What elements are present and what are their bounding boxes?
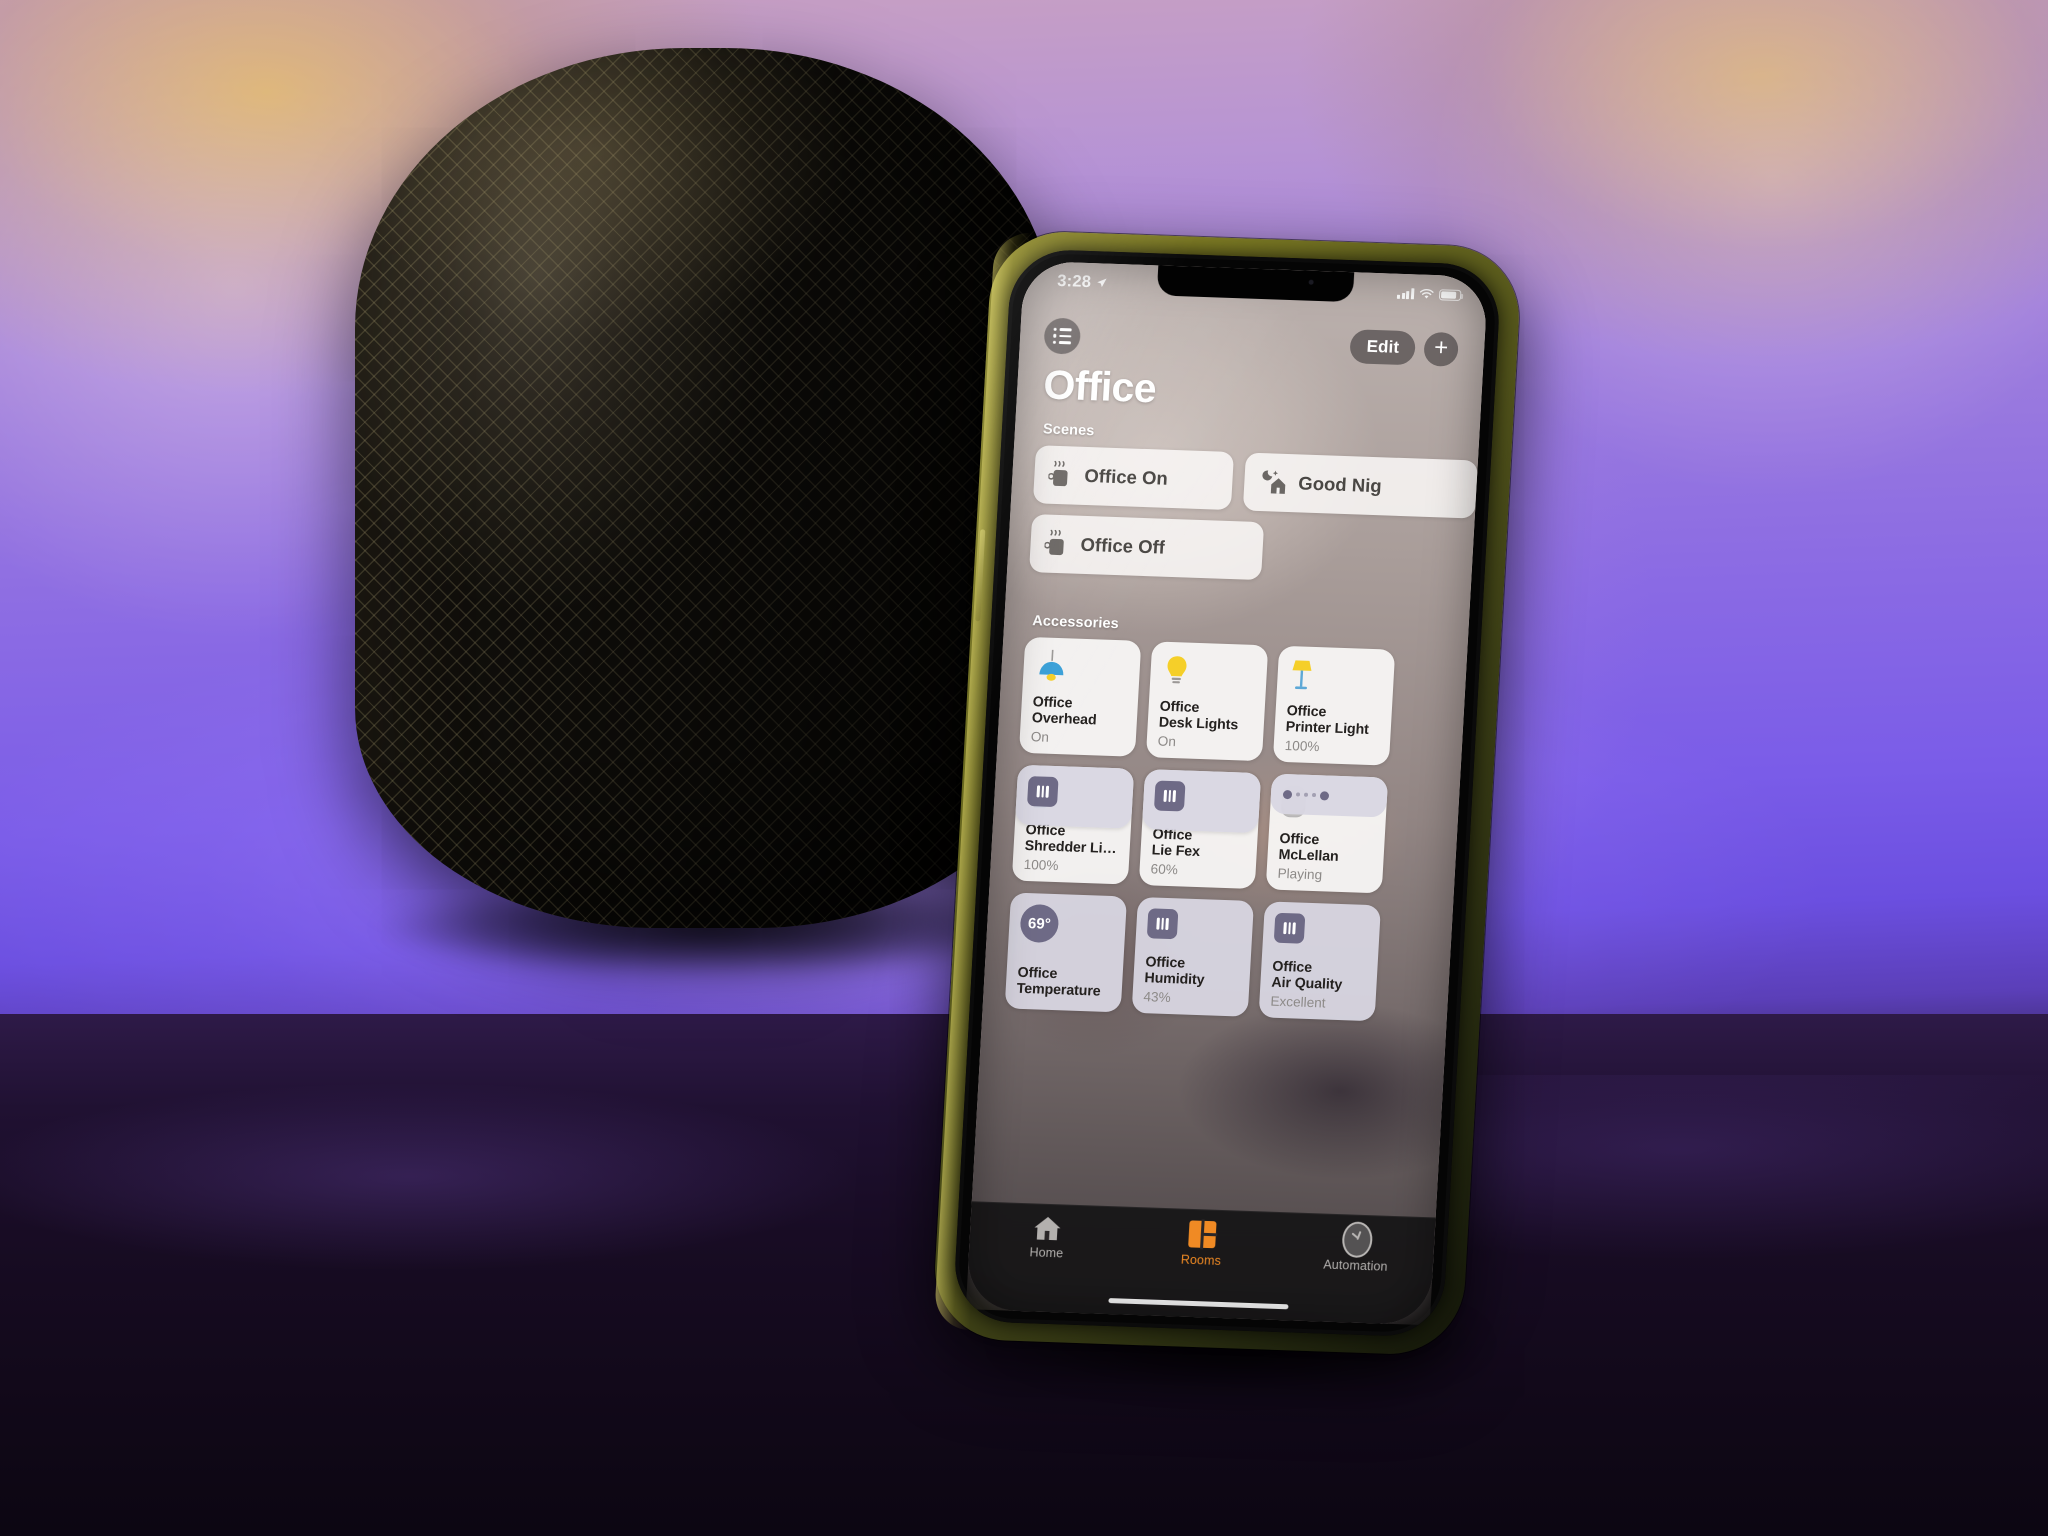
tab-bar: Home Rooms Automation	[965, 1201, 1436, 1326]
accessory-name: Office Desk Lights	[1158, 699, 1255, 735]
homepod-highlight	[355, 48, 1055, 928]
accessory-name-line2: Air Quality	[1271, 974, 1343, 994]
floor-lamp-icon	[1287, 657, 1384, 700]
house-icon	[1032, 1213, 1064, 1242]
wifi-icon	[1419, 288, 1434, 299]
accessory-card-office-air-quality[interactable]: Office Air Quality Excellent	[1258, 901, 1381, 1022]
accessory-card-office-humidity[interactable]: Office Humidity 43%	[1131, 896, 1255, 1017]
scene-name: Good Nig	[1297, 472, 1383, 497]
nav-bar-right: Edit +	[1349, 329, 1460, 367]
scene-card-office-on[interactable]: Office On	[1032, 445, 1235, 511]
accessory-name-line2: Printer Light	[1285, 719, 1370, 739]
temperature-badge: 69°	[1019, 903, 1060, 944]
tab-automation[interactable]: Automation	[1279, 1221, 1435, 1275]
accessory-card-partial-3[interactable]	[1269, 773, 1389, 818]
accessory-state: On	[1030, 729, 1050, 745]
phone-screen[interactable]: 3:28 Edit + Office Scenes Office On Good…	[965, 260, 1489, 1326]
location-arrow-icon	[1097, 278, 1107, 288]
temperature-icon: 69°	[1019, 903, 1116, 947]
accessories-section-label: Accessories	[1031, 613, 1120, 633]
accessory-name: Office Overhead	[1031, 694, 1128, 730]
accessory-name-line2: Temperature	[1016, 980, 1101, 1000]
accessory-state: Excellent	[1270, 993, 1327, 1011]
accessory-card-office-desk-lights[interactable]: Office Desk Lights On	[1145, 641, 1269, 762]
status-bar-right	[1397, 284, 1462, 301]
iphone-device: 3:28 Edit + Office Scenes Office On Good…	[931, 229, 1523, 1357]
list-bullet-icon	[1052, 327, 1072, 345]
accessory-name-line2: Lie Fex	[1151, 842, 1201, 861]
accessory-card-partial-1[interactable]	[1014, 764, 1135, 829]
accessories-grid-partial-row	[1014, 764, 1389, 838]
scene-card-good-night[interactable]: Good Nig	[1242, 452, 1478, 519]
accessory-name: Office Printer Light	[1285, 703, 1382, 739]
moon-house-icon	[1258, 468, 1290, 497]
accessory-card-office-overhead[interactable]: Office Overhead On	[1018, 636, 1142, 757]
coffee-cup-icon	[1047, 460, 1076, 490]
sensor-icon	[1026, 776, 1123, 819]
front-camera-icon	[1308, 279, 1314, 285]
home-app-ui: 3:28 Edit + Office Scenes Office On Good…	[965, 261, 1488, 1326]
nav-bar: Edit +	[1019, 317, 1485, 369]
accessory-name-line2: Humidity	[1144, 970, 1205, 989]
page-title: Office	[1042, 361, 1158, 412]
room-list-button[interactable]	[1043, 317, 1082, 355]
tab-rooms[interactable]: Rooms	[1124, 1217, 1280, 1270]
accessory-state: Playing	[1277, 865, 1323, 883]
coffee-cup-icon	[1043, 529, 1072, 559]
scene-name: Office On	[1083, 464, 1169, 489]
tab-label: Automation	[1322, 1257, 1388, 1274]
phone-body: 3:28 Edit + Office Scenes Office On Good…	[952, 248, 1502, 1338]
accessory-name: Office Temperature	[1016, 965, 1113, 1001]
scenes-row-2: Office Off	[1029, 514, 1474, 587]
light-bulb-icon	[1160, 653, 1257, 696]
phone-notch	[1156, 261, 1355, 303]
accessory-card-office-temperature[interactable]: 69° Office Temperature	[1004, 892, 1128, 1013]
status-bar-left: 3:28	[1057, 272, 1108, 293]
accessory-card-partial-2[interactable]	[1141, 769, 1262, 834]
add-button[interactable]: +	[1423, 331, 1460, 367]
scene-name: Office Off	[1080, 533, 1166, 558]
sensor-icon	[1273, 912, 1370, 956]
accessory-name-line2: Desk Lights	[1158, 714, 1239, 734]
signal-bars-icon	[1397, 288, 1415, 300]
photo-canvas: 3:28 Edit + Office Scenes Office On Good…	[0, 0, 2048, 1536]
accessory-name: Office Shredder Li…	[1024, 822, 1121, 858]
homepod-speaker	[355, 48, 1055, 928]
clock-icon	[1340, 1221, 1373, 1259]
edit-button[interactable]: Edit	[1349, 329, 1417, 366]
sensor-icon	[1153, 780, 1250, 824]
accessory-name: Office Air Quality	[1271, 959, 1368, 995]
accessory-name-line2: Shredder Li…	[1024, 838, 1117, 858]
accessory-state: 60%	[1150, 861, 1179, 878]
scenes-list: Office On Good Nig Office Off	[1028, 445, 1478, 598]
accessory-state: 43%	[1143, 989, 1172, 1006]
accessory-name-line2: Overhead	[1031, 710, 1097, 729]
accessory-name: Office Humidity	[1144, 954, 1241, 990]
tab-label: Rooms	[1180, 1252, 1222, 1268]
accessory-name: Office Lie Fex	[1151, 827, 1248, 863]
tab-home[interactable]: Home	[969, 1211, 1125, 1262]
status-time: 3:28	[1056, 271, 1092, 292]
accessory-state: On	[1157, 733, 1177, 750]
battery-icon	[1438, 289, 1462, 301]
scenes-section-label: Scenes	[1042, 421, 1095, 440]
accessory-card-office-printer-light[interactable]: Office Printer Light 100%	[1272, 645, 1396, 766]
tab-label: Home	[1029, 1245, 1064, 1261]
accessory-name: Office McLellan	[1278, 831, 1375, 867]
rooms-icon	[1186, 1219, 1218, 1250]
accessory-state: 100%	[1284, 738, 1320, 755]
accessory-state: 100%	[1023, 856, 1059, 874]
sensor-icon	[1146, 908, 1243, 951]
pendant-light-icon	[1034, 648, 1131, 691]
scene-card-office-off[interactable]: Office Off	[1029, 514, 1265, 581]
accessory-name-line2: McLellan	[1278, 846, 1339, 865]
scenes-row-1: Office On Good Nig	[1032, 445, 1478, 519]
